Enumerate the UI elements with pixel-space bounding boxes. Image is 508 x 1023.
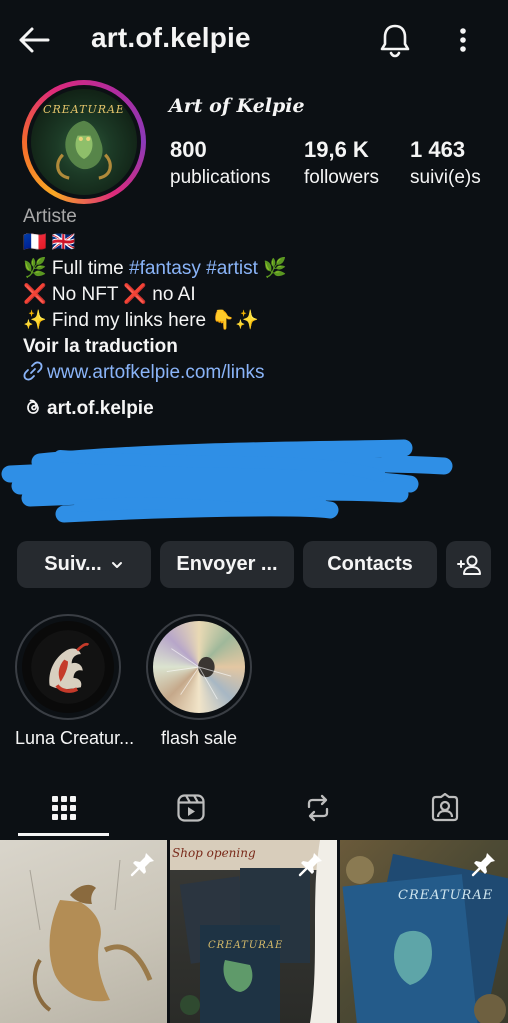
profile-tabs xyxy=(0,780,508,836)
post-tile[interactable] xyxy=(0,840,167,1023)
tab-reposts[interactable] xyxy=(254,780,381,836)
see-translation-link[interactable]: Voir la traduction xyxy=(23,334,493,360)
post-caption: Shop opening xyxy=(172,846,256,860)
threads-badge[interactable]: art.of.kelpie xyxy=(23,396,493,422)
profile-username: art.of.kelpie xyxy=(91,22,251,53)
add-person-icon xyxy=(456,555,481,575)
top-bar: art.of.kelpie xyxy=(0,0,508,80)
contacts-button-label: Contacts xyxy=(327,553,413,575)
hashtag-artist[interactable]: #artist xyxy=(206,258,258,279)
follow-button[interactable]: Suiv... xyxy=(17,541,151,588)
bio-website-link[interactable]: www.artofkelpie.com/links xyxy=(23,360,493,386)
post-book-title: CREATURAE xyxy=(398,888,494,903)
active-tab-indicator xyxy=(18,833,109,836)
post-tile[interactable]: Shop opening CREATURAE xyxy=(170,840,337,1023)
grid-icon xyxy=(51,796,76,820)
bio-flags: 🇫🇷 🇬🇧 xyxy=(23,232,76,253)
more-vertical-icon[interactable] xyxy=(448,22,478,58)
highlight-luna[interactable]: Luna Creatur... xyxy=(15,614,135,749)
stat-value: 800 xyxy=(170,137,207,162)
bio-line-2: ❌ No NFT ❌ no AI xyxy=(23,284,196,305)
bell-icon[interactable] xyxy=(378,22,412,58)
bio-text: 🌿 Full time xyxy=(23,258,130,279)
profile-category: Artiste xyxy=(23,206,77,227)
stat-following[interactable]: 1 463 suivi(e)s xyxy=(410,137,481,193)
highlight-flash-sale[interactable]: flash sale xyxy=(146,614,252,749)
threads-handle: art.of.kelpie xyxy=(47,398,154,419)
stat-label: suivi(e)s xyxy=(410,167,481,188)
highlight-label: Luna Creatur... xyxy=(15,728,135,748)
threads-icon xyxy=(27,399,39,414)
avatar[interactable]: CREATURAE xyxy=(22,80,146,204)
bio-line-1: 🌿 Full time #fantasy #artist 🌿 xyxy=(23,256,493,282)
tagged-icon xyxy=(431,793,458,822)
display-name: Art of Kelpie xyxy=(169,95,305,117)
contacts-button[interactable]: Contacts xyxy=(303,541,437,588)
redaction-scribble xyxy=(1,439,453,523)
stat-value: 19,6 K xyxy=(304,137,369,162)
back-arrow-icon[interactable] xyxy=(16,22,52,58)
stat-followers[interactable]: 19,6 K followers xyxy=(304,137,379,193)
tab-grid[interactable] xyxy=(0,780,127,836)
reposts-icon xyxy=(307,794,328,822)
avatar-title-text: CREATURAE xyxy=(43,103,125,116)
message-button[interactable]: Envoyer ... xyxy=(160,541,294,588)
tab-tagged[interactable] xyxy=(381,780,508,836)
tab-reels[interactable] xyxy=(127,780,254,836)
reels-icon xyxy=(176,794,205,822)
suggested-users-button[interactable] xyxy=(446,541,491,588)
pin-icon xyxy=(298,853,322,877)
pin-icon xyxy=(130,853,154,877)
bio-line-3: ✨ Find my links here 👇✨ xyxy=(23,310,259,331)
post-grid: Shop opening CREATURAE CREATURAE xyxy=(0,840,508,1023)
bio-website-text: www.artofkelpie.com/links xyxy=(47,362,265,383)
stat-label: followers xyxy=(304,167,379,188)
hashtag-fantasy[interactable]: #fantasy xyxy=(129,258,201,279)
avatar-image: CREATURAE xyxy=(31,89,137,195)
profile-bio: Artiste 🇫🇷 🇬🇧 🌿 Full time #fantasy #arti… xyxy=(23,204,493,422)
highlight-label: flash sale xyxy=(160,728,238,748)
stat-label: publications xyxy=(170,167,271,188)
stat-value: 1 463 xyxy=(410,137,466,162)
bio-text: 🌿 xyxy=(257,258,287,279)
highlight-cover-image xyxy=(153,621,245,713)
message-button-label: Envoyer ... xyxy=(176,553,278,575)
follow-button-label: Suiv... xyxy=(44,553,102,575)
link-icon xyxy=(23,361,43,381)
stat-publications[interactable]: 800 publications xyxy=(170,137,270,193)
post-book-title: CREATURAE xyxy=(208,940,284,951)
chevron-down-icon xyxy=(111,561,122,568)
post-tile[interactable]: CREATURAE xyxy=(340,840,508,1023)
highlight-cover-image xyxy=(22,621,114,713)
pin-icon xyxy=(471,853,495,877)
